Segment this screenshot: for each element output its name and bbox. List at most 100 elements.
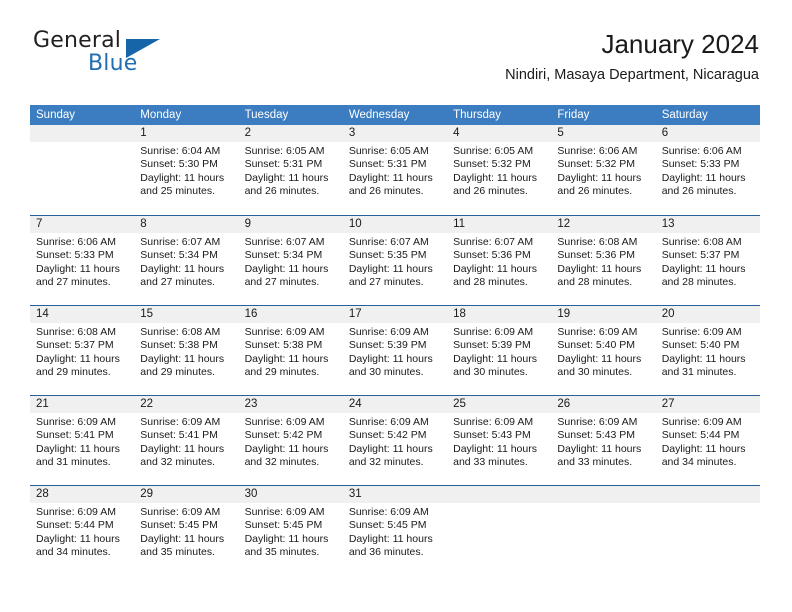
calendar-day-cell[interactable]: 11 Sunrise: 6:07 AM Sunset: 5:36 PM Dayligh… xyxy=(447,216,551,305)
calendar-day-cell[interactable]: 4 Sunrise: 6:05 AM Sunset: 5:32 PM Daylight… xyxy=(447,125,551,215)
daylight-text-line2: and 36 minutes. xyxy=(348,546,424,559)
day-details: Sunrise: 6:05 AM Sunset: 5:31 PM Daylight:… xyxy=(245,145,337,199)
calendar-day-cell[interactable]: 14 Sunrise: 6:08 AM Sunset: 5:37 PM Dayligh… xyxy=(30,306,134,395)
day-number xyxy=(557,486,649,503)
calendar-day-cell[interactable]: 31 Sunrise: 6:09 AM Sunset: 5:45 PM Dayligh… xyxy=(343,486,447,575)
calendar-day-cell[interactable]: 13 Sunrise: 6:08 AM Sunset: 5:37 PM Dayligh… xyxy=(656,216,760,305)
calendar-day-cell[interactable]: 17 Sunrise: 6:09 AM Sunset: 5:39 PM Dayligh… xyxy=(343,306,447,395)
daylight-text-line2: and 25 minutes. xyxy=(140,185,215,198)
day-number xyxy=(453,486,545,503)
weekday-header-thursday: Thursday xyxy=(453,109,502,121)
day-details: Sunrise: 6:08 AM Sunset: 5:38 PM Daylight:… xyxy=(140,326,232,380)
calendar-day-cell[interactable]: 6 Sunrise: 6:06 AM Sunset: 5:33 PM Daylight… xyxy=(656,125,760,215)
week-cells: 14 Sunrise: 6:08 AM Sunset: 5:37 PM Dayligh… xyxy=(30,306,760,395)
daylight-text-line2: and 26 minutes. xyxy=(557,185,633,198)
calendar-day-cell[interactable]: 19 Sunrise: 6:09 AM Sunset: 5:40 PM Dayligh… xyxy=(551,306,655,395)
calendar-day-cell[interactable]: 2 Sunrise: 6:05 AM Sunset: 5:31 PM Daylight… xyxy=(239,125,343,215)
sunset-text: Sunset: 5:45 PM xyxy=(140,519,218,532)
sunset-text: Sunset: 5:38 PM xyxy=(140,339,218,352)
calendar-day-cell[interactable]: 25 Sunrise: 6:09 AM Sunset: 5:43 PM Dayligh… xyxy=(447,396,551,485)
page-title: January 2024 xyxy=(601,29,759,59)
calendar-day-cell[interactable]: 29 Sunrise: 6:09 AM Sunset: 5:45 PM Dayligh… xyxy=(134,486,238,575)
day-number: 25 xyxy=(453,398,466,410)
day-number: 6 xyxy=(661,127,669,139)
calendar-day-cell[interactable]: 27 Sunrise: 6:09 AM Sunset: 5:44 PM Dayligh… xyxy=(656,396,760,485)
sunrise-text: Sunrise: 6:09 AM xyxy=(348,326,429,338)
daylight-text-line2: and 29 minutes. xyxy=(36,366,111,379)
daylight-text-line1: Daylight: 11 hours xyxy=(661,442,746,455)
page-subtitle: Nindiri, Masaya Department, Nicaragua xyxy=(505,67,759,83)
sunset-text: Sunset: 5:32 PM xyxy=(557,158,636,171)
calendar-day-cell[interactable]: 10 Sunrise: 6:07 AM Sunset: 5:35 PM Dayligh… xyxy=(343,216,447,305)
sunrise-text: Sunrise: 6:07 AM xyxy=(348,236,429,248)
sunrise-text: Sunrise: 6:09 AM xyxy=(244,416,325,428)
daylight-text-line2: and 30 minutes. xyxy=(557,366,633,379)
calendar-day-cell[interactable]: 21 Sunrise: 6:09 AM Sunset: 5:41 PM Dayligh… xyxy=(30,396,134,485)
day-number: 18 xyxy=(453,308,466,320)
sunset-text: Sunset: 5:30 PM xyxy=(140,158,218,171)
calendar-day-cell[interactable]: 30 Sunrise: 6:09 AM Sunset: 5:45 PM Dayligh… xyxy=(239,486,343,575)
day-number: 15 xyxy=(140,308,154,320)
daylight-text-line1: Daylight: 11 hours xyxy=(453,352,537,365)
brand-logo[interactable]: General Blue xyxy=(33,28,253,88)
calendar-day-cell[interactable]: 16 Sunrise: 6:09 AM Sunset: 5:38 PM Dayligh… xyxy=(239,306,343,395)
weekday-header-friday: Friday xyxy=(557,109,590,121)
day-details: Sunrise: 6:04 AM Sunset: 5:30 PM Daylight:… xyxy=(140,145,232,199)
day-number xyxy=(36,125,128,142)
calendar-day-cell[interactable]: 5 Sunrise: 6:06 AM Sunset: 5:32 PM Daylight… xyxy=(551,125,655,215)
daylight-text-line2: and 32 minutes. xyxy=(348,456,424,469)
weekday-header-sunday: Sunday xyxy=(36,109,76,121)
calendar-day-cell[interactable]: 3 Sunrise: 6:05 AM Sunset: 5:31 PM Daylight… xyxy=(343,125,447,215)
day-details: Sunrise: 6:09 AM Sunset: 5:42 PM Daylight:… xyxy=(349,416,441,470)
calendar-day-cell[interactable]: 15 Sunrise: 6:08 AM Sunset: 5:38 PM Dayligh… xyxy=(134,306,238,395)
day-details: Sunrise: 6:09 AM Sunset: 5:45 PM Daylight:… xyxy=(245,506,337,560)
sunrise-text: Sunrise: 6:09 AM xyxy=(244,506,325,518)
calendar-day-cell[interactable]: 18 Sunrise: 6:09 AM Sunset: 5:39 PM Dayligh… xyxy=(447,306,551,395)
daylight-text-line2: and 30 minutes. xyxy=(348,366,424,379)
calendar-day-cell[interactable]: 23 Sunrise: 6:09 AM Sunset: 5:42 PM Dayligh… xyxy=(239,396,343,485)
page-header: General Blue January 2024 Nindiri, Masay… xyxy=(33,28,759,100)
sunrise-text: Sunrise: 6:06 AM xyxy=(36,236,116,248)
daylight-text-line2: and 35 minutes. xyxy=(140,546,215,559)
calendar-day-cell[interactable]: 26 Sunrise: 6:09 AM Sunset: 5:43 PM Dayligh… xyxy=(551,396,655,485)
daylight-text-line1: Daylight: 11 hours xyxy=(557,352,642,365)
sunset-text: Sunset: 5:42 PM xyxy=(244,429,323,442)
day-details: Sunrise: 6:09 AM Sunset: 5:43 PM Daylight:… xyxy=(557,416,649,470)
calendar-empty-cell xyxy=(447,486,551,575)
day-number: 27 xyxy=(661,398,675,410)
weekday-header-tuesday: Tuesday xyxy=(244,109,289,121)
sunrise-text: Sunrise: 6:09 AM xyxy=(557,326,638,338)
calendar-day-cell[interactable]: 9 Sunrise: 6:07 AM Sunset: 5:34 PM Daylight… xyxy=(239,216,343,305)
daylight-text-line2: and 28 minutes. xyxy=(661,276,737,289)
weekday-header-wednesday: Wednesday xyxy=(348,109,410,121)
calendar-day-cell[interactable]: 22 Sunrise: 6:09 AM Sunset: 5:41 PM Dayligh… xyxy=(134,396,238,485)
daylight-text-line1: Daylight: 11 hours xyxy=(661,262,746,275)
day-number: 14 xyxy=(36,308,49,320)
daylight-text-line1: Daylight: 11 hours xyxy=(140,532,225,545)
day-details: Sunrise: 6:07 AM Sunset: 5:34 PM Daylight:… xyxy=(245,236,337,290)
week-cells: 1 Sunrise: 6:04 AM Sunset: 5:30 PM Daylight… xyxy=(30,125,760,215)
daylight-text-line1: Daylight: 11 hours xyxy=(36,532,120,545)
daylight-text-line1: Daylight: 11 hours xyxy=(244,442,329,455)
daylight-text-line1: Daylight: 11 hours xyxy=(140,442,225,455)
daylight-text-line1: Daylight: 11 hours xyxy=(557,262,642,275)
daylight-text-line1: Daylight: 11 hours xyxy=(453,171,537,184)
day-details: Sunrise: 6:06 AM Sunset: 5:33 PM Daylight:… xyxy=(662,145,754,199)
calendar-day-cell[interactable]: 12 Sunrise: 6:08 AM Sunset: 5:36 PM Dayligh… xyxy=(551,216,655,305)
sunrise-text: Sunrise: 6:09 AM xyxy=(244,326,325,338)
daylight-text-line2: and 26 minutes. xyxy=(348,185,424,198)
daylight-text-line2: and 27 minutes. xyxy=(348,276,424,289)
calendar-day-cell[interactable]: 24 Sunrise: 6:09 AM Sunset: 5:42 PM Dayligh… xyxy=(343,396,447,485)
calendar-day-cell[interactable]: 7 Sunrise: 6:06 AM Sunset: 5:33 PM Daylight… xyxy=(30,216,134,305)
day-details: Sunrise: 6:09 AM Sunset: 5:41 PM Daylight:… xyxy=(140,416,232,470)
sunrise-text: Sunrise: 6:09 AM xyxy=(36,416,116,428)
calendar-day-cell[interactable]: 28 Sunrise: 6:09 AM Sunset: 5:44 PM Dayligh… xyxy=(30,486,134,575)
day-details: Sunrise: 6:06 AM Sunset: 5:32 PM Daylight:… xyxy=(557,145,649,199)
day-number: 5 xyxy=(557,127,564,139)
daylight-text-line1: Daylight: 11 hours xyxy=(140,171,225,184)
calendar-day-cell[interactable]: 20 Sunrise: 6:09 AM Sunset: 5:40 PM Dayligh… xyxy=(656,306,760,395)
daylight-text-line1: Daylight: 11 hours xyxy=(453,262,537,275)
calendar-day-cell[interactable]: 1 Sunrise: 6:04 AM Sunset: 5:30 PM Daylight… xyxy=(134,125,238,215)
calendar-day-cell[interactable]: 8 Sunrise: 6:07 AM Sunset: 5:34 PM Daylight… xyxy=(134,216,238,305)
day-number: 28 xyxy=(36,488,49,500)
